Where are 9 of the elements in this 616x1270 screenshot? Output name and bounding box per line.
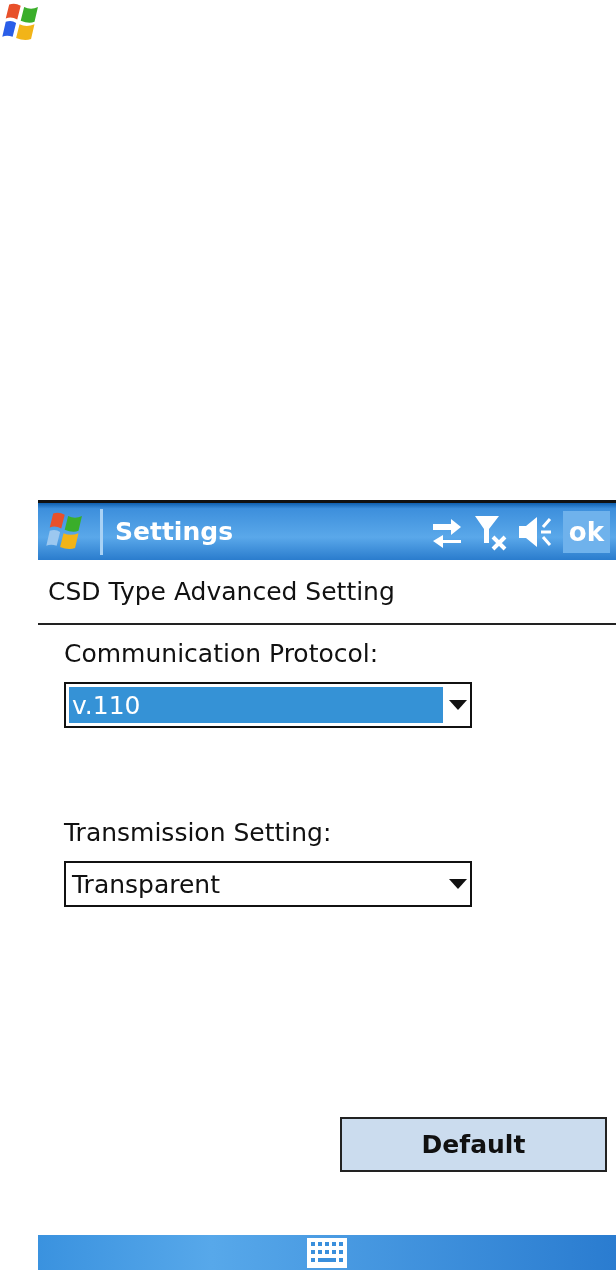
dropdown-arrow-icon [449, 700, 467, 710]
dropdown-field[interactable]: Transparent [64, 861, 472, 907]
dropdown-arrow-icon [449, 879, 467, 889]
field-label: Communication Protocol: [64, 639, 380, 668]
field-label: Transmission Setting: [64, 818, 333, 847]
page-heading: CSD Type Advanced Setting [48, 577, 395, 606]
default-button[interactable]: Default [340, 1117, 607, 1172]
keyboard-icon[interactable] [307, 1237, 347, 1268]
window-title: Settings [115, 517, 234, 546]
